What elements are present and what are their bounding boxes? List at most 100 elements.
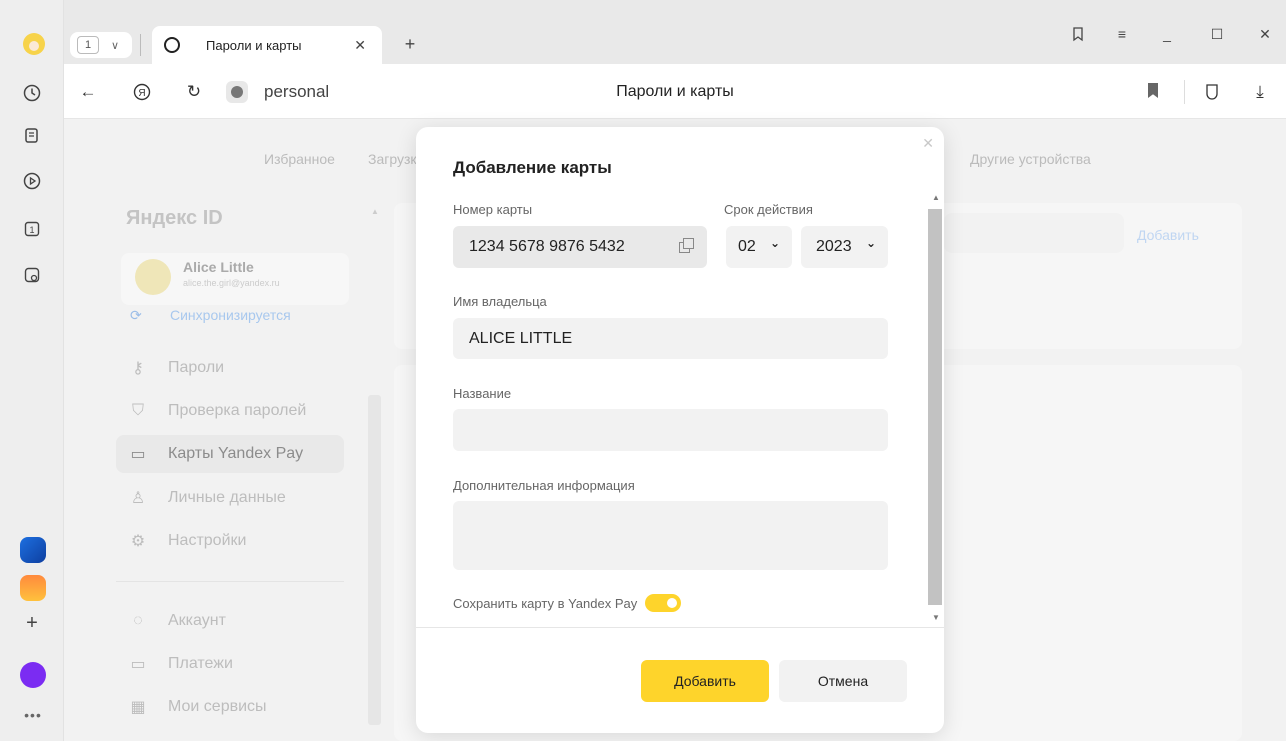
card-number-field[interactable]: 1234 5678 9876 5432 bbox=[453, 226, 707, 268]
save-card-label: Сохранить карту в Yandex Pay bbox=[453, 595, 638, 611]
key-icon: ⚷ bbox=[132, 360, 144, 377]
sync-label: Синхронизируется bbox=[170, 307, 291, 323]
card-number-label: Номер карты bbox=[453, 202, 533, 217]
dialog-title: Добавление карты bbox=[453, 158, 612, 177]
sidebar-item-settings[interactable]: ⚙ Настройки bbox=[116, 522, 344, 560]
sidebar-item-cards[interactable]: ▭ Карты Yandex Pay bbox=[116, 435, 344, 473]
tab-favicon-icon bbox=[164, 37, 180, 53]
close-tab-icon[interactable]: ✕ bbox=[354, 37, 366, 54]
sidebar-scroll-up-icon[interactable]: ▲ bbox=[371, 207, 379, 216]
download-icon[interactable]: ⤓ bbox=[1248, 80, 1272, 104]
holder-name-field[interactable]: ALICE LITTLE bbox=[453, 318, 888, 359]
dialog-scrollbar[interactable] bbox=[928, 209, 942, 605]
profile-email: alice.the.girl@yandex.ru bbox=[183, 278, 280, 288]
history-icon[interactable] bbox=[21, 82, 43, 104]
sidebar-scrollbar[interactable] bbox=[368, 395, 381, 725]
sidebar-item-label: Аккаунт bbox=[168, 612, 226, 629]
new-tab-button[interactable]: + bbox=[398, 32, 422, 56]
expiry-year-value: 2023 bbox=[816, 238, 852, 255]
holder-name-value: ALICE LITTLE bbox=[469, 329, 573, 347]
address-bar: ← Я ↻ personal Пароли и карты ⤓ bbox=[64, 64, 1286, 119]
add-button[interactable]: Добавить bbox=[641, 660, 769, 702]
sidebar-item-password-check[interactable]: ⛉ Проверка паролей bbox=[116, 392, 344, 430]
tab-count: 1 bbox=[77, 36, 99, 54]
browser-app-icon[interactable] bbox=[20, 537, 46, 563]
expiry-month-select[interactable]: 02 ⌄ bbox=[726, 226, 792, 268]
sidebar-item-personal-data[interactable]: ♙ Личные данные bbox=[116, 479, 344, 517]
menu-icon[interactable]: ≡ bbox=[1112, 24, 1132, 44]
protect-icon[interactable] bbox=[1200, 80, 1224, 104]
dialog-scroll-up-icon[interactable]: ▲ bbox=[932, 193, 940, 202]
sidebar-item-label: Личные данные bbox=[168, 489, 286, 506]
chevron-down-icon: ∨ bbox=[111, 39, 120, 52]
minimize-icon[interactable]: _ bbox=[1157, 24, 1177, 44]
sidebar-item-label: Настройки bbox=[168, 532, 247, 549]
profile-name: Alice Little bbox=[183, 259, 254, 275]
card-icon: ▭ bbox=[130, 446, 146, 463]
maximize-icon[interactable]: ☐ bbox=[1207, 24, 1227, 44]
screenshot-icon[interactable] bbox=[21, 264, 43, 286]
tab-favorites[interactable]: Избранное bbox=[264, 151, 335, 167]
cancel-button[interactable]: Отмена bbox=[779, 660, 907, 702]
sidebar-item-label: Проверка паролей bbox=[168, 402, 307, 419]
add-app-icon[interactable]: + bbox=[21, 612, 43, 634]
expiry-year-select[interactable]: 2023 ⌄ bbox=[801, 226, 888, 268]
tab-count-button[interactable]: 1 ∨ bbox=[70, 32, 132, 58]
search-input[interactable] bbox=[944, 213, 1124, 253]
sidebar-item-payments[interactable]: ▭ Платежи bbox=[116, 645, 344, 683]
services-icon: ▦ bbox=[130, 699, 146, 716]
add-link[interactable]: Добавить bbox=[1137, 227, 1199, 243]
play-icon[interactable] bbox=[21, 170, 43, 192]
chevron-down-icon: ⌄ bbox=[769, 236, 780, 250]
more-icon[interactable]: ••• bbox=[21, 707, 45, 723]
extra-info-label: Дополнительная информация bbox=[453, 478, 635, 493]
save-card-toggle-row: Сохранить карту в Yandex Pay bbox=[453, 594, 682, 612]
profile-card[interactable]: Alice Little alice.the.girl@yandex.ru bbox=[121, 253, 349, 305]
address-divider bbox=[1184, 80, 1185, 104]
tab-title: Пароли и карты bbox=[206, 37, 302, 53]
sync-status: ⟳ Синхронизируется bbox=[130, 307, 291, 324]
shield-icon: ⛉ bbox=[131, 402, 144, 419]
sidebar-item-label: Пароли bbox=[168, 359, 225, 376]
sidebar-item-label: Платежи bbox=[168, 655, 233, 672]
copy-icon[interactable] bbox=[679, 238, 694, 253]
card-number-value: 1234 5678 9876 5432 bbox=[469, 238, 625, 255]
card-title-field[interactable] bbox=[453, 409, 888, 451]
account-icon: ◌ bbox=[133, 612, 143, 629]
svg-text:1: 1 bbox=[29, 225, 34, 235]
close-window-icon[interactable]: ✕ bbox=[1255, 24, 1275, 44]
expiry-month-value: 02 bbox=[738, 238, 756, 255]
holder-name-label: Имя владельца bbox=[453, 294, 547, 309]
sidebar-item-passwords[interactable]: ⚷ Пароли bbox=[116, 349, 344, 387]
sidebar-item-label: Карты Yandex Pay bbox=[168, 445, 304, 462]
sidebar-item-account[interactable]: ◌ Аккаунт bbox=[116, 602, 344, 640]
tabs-count-icon[interactable]: 1 bbox=[21, 218, 43, 240]
reading-icon[interactable] bbox=[1068, 24, 1088, 44]
add-card-dialog: ✕ Добавление карты Номер карты 1234 5678… bbox=[416, 127, 944, 733]
sidebar-item-services[interactable]: ▦ Мои сервисы bbox=[116, 688, 344, 726]
sidebar-item-label: Мои сервисы bbox=[168, 698, 267, 715]
left-rail: 1 + ••• bbox=[0, 0, 64, 741]
payments-icon: ▭ bbox=[130, 656, 146, 673]
page-title: Пароли и карты bbox=[616, 83, 734, 100]
mail-app-icon[interactable] bbox=[20, 575, 46, 601]
tabbar-divider bbox=[140, 34, 141, 56]
profile-avatar[interactable] bbox=[23, 33, 45, 55]
chevron-down-icon: ⌄ bbox=[865, 236, 876, 250]
tab-active[interactable]: Пароли и карты ✕ bbox=[152, 26, 382, 64]
sidebar-divider bbox=[116, 581, 344, 582]
close-icon[interactable]: ✕ bbox=[922, 135, 934, 152]
sync-icon: ⟳ bbox=[130, 307, 142, 323]
extra-info-field[interactable] bbox=[453, 501, 888, 570]
card-title-label: Название bbox=[453, 386, 512, 401]
dialog-divider bbox=[416, 627, 944, 628]
yandex-id-logo: Яндекс ID bbox=[126, 207, 223, 229]
expiry-label: Срок действия bbox=[724, 202, 813, 217]
tab-other-devices[interactable]: Другие устройства bbox=[970, 151, 1091, 167]
avatar bbox=[135, 259, 171, 295]
save-card-toggle[interactable] bbox=[645, 594, 682, 612]
gear-icon: ⚙ bbox=[130, 533, 146, 550]
collections-icon[interactable] bbox=[21, 124, 43, 146]
alice-assistant-icon[interactable] bbox=[20, 662, 46, 688]
dialog-scroll-down-icon[interactable]: ▼ bbox=[932, 613, 940, 622]
